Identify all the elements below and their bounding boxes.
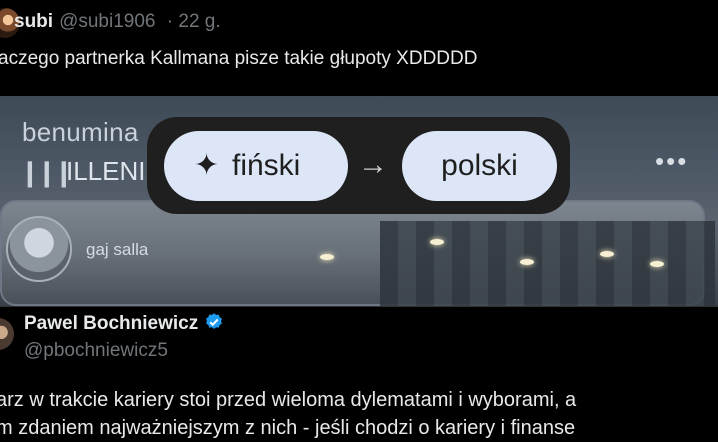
tweet-text: arz w trakcie kariery stoi przed wieloma… — [0, 389, 577, 411]
media-artist: ILLENI — [66, 156, 146, 186]
embedded-username: gaj salla — [86, 240, 149, 259]
timestamp[interactable]: · 22 g. — [167, 11, 221, 32]
quoted-author[interactable]: Pawel Bochniewicz — [24, 312, 224, 335]
user-handle[interactable]: @subi1906 — [59, 11, 155, 32]
target-language-label: polski — [441, 149, 518, 182]
tweet-header: subi @subi1906 · 22 g. — [14, 9, 221, 35]
translate-bar: ✦ fiński → polski — [147, 117, 570, 214]
tweet-divider — [0, 306, 718, 307]
media-label: benumina — [22, 117, 139, 147]
ceiling-light — [430, 239, 444, 245]
ceiling-light — [320, 254, 334, 260]
sparkle-icon: ✦ — [194, 149, 220, 182]
tweet-media[interactable]: benumina ▎▎▎ ILLENI ••• gaj salla ✦ fińs… — [0, 96, 718, 306]
background-ceiling — [380, 221, 715, 306]
user-handle[interactable]: @pbochniewicz5 — [24, 340, 168, 362]
target-language-chip[interactable]: polski — [402, 131, 557, 201]
ceiling-light — [600, 251, 614, 257]
tweet-text: aczego partnerka Kallmana pisze takie gł… — [0, 48, 478, 69]
avatar[interactable] — [0, 318, 14, 350]
source-language-label: fiński — [232, 149, 301, 182]
source-language-chip[interactable]: ✦ fiński — [164, 131, 348, 201]
verified-badge-icon — [206, 313, 223, 329]
tweet-text: m zdaniem najważniejszym z nich - jeśli … — [0, 417, 576, 439]
embedded-avatar — [6, 216, 72, 282]
ceiling-light — [650, 261, 664, 267]
display-name[interactable]: Pawel Bochniewicz — [24, 313, 198, 334]
arrow-right-icon: → — [358, 148, 388, 181]
more-options-icon[interactable]: ••• — [655, 146, 688, 177]
ceiling-light — [520, 259, 534, 265]
display-name[interactable]: subi — [14, 11, 53, 32]
